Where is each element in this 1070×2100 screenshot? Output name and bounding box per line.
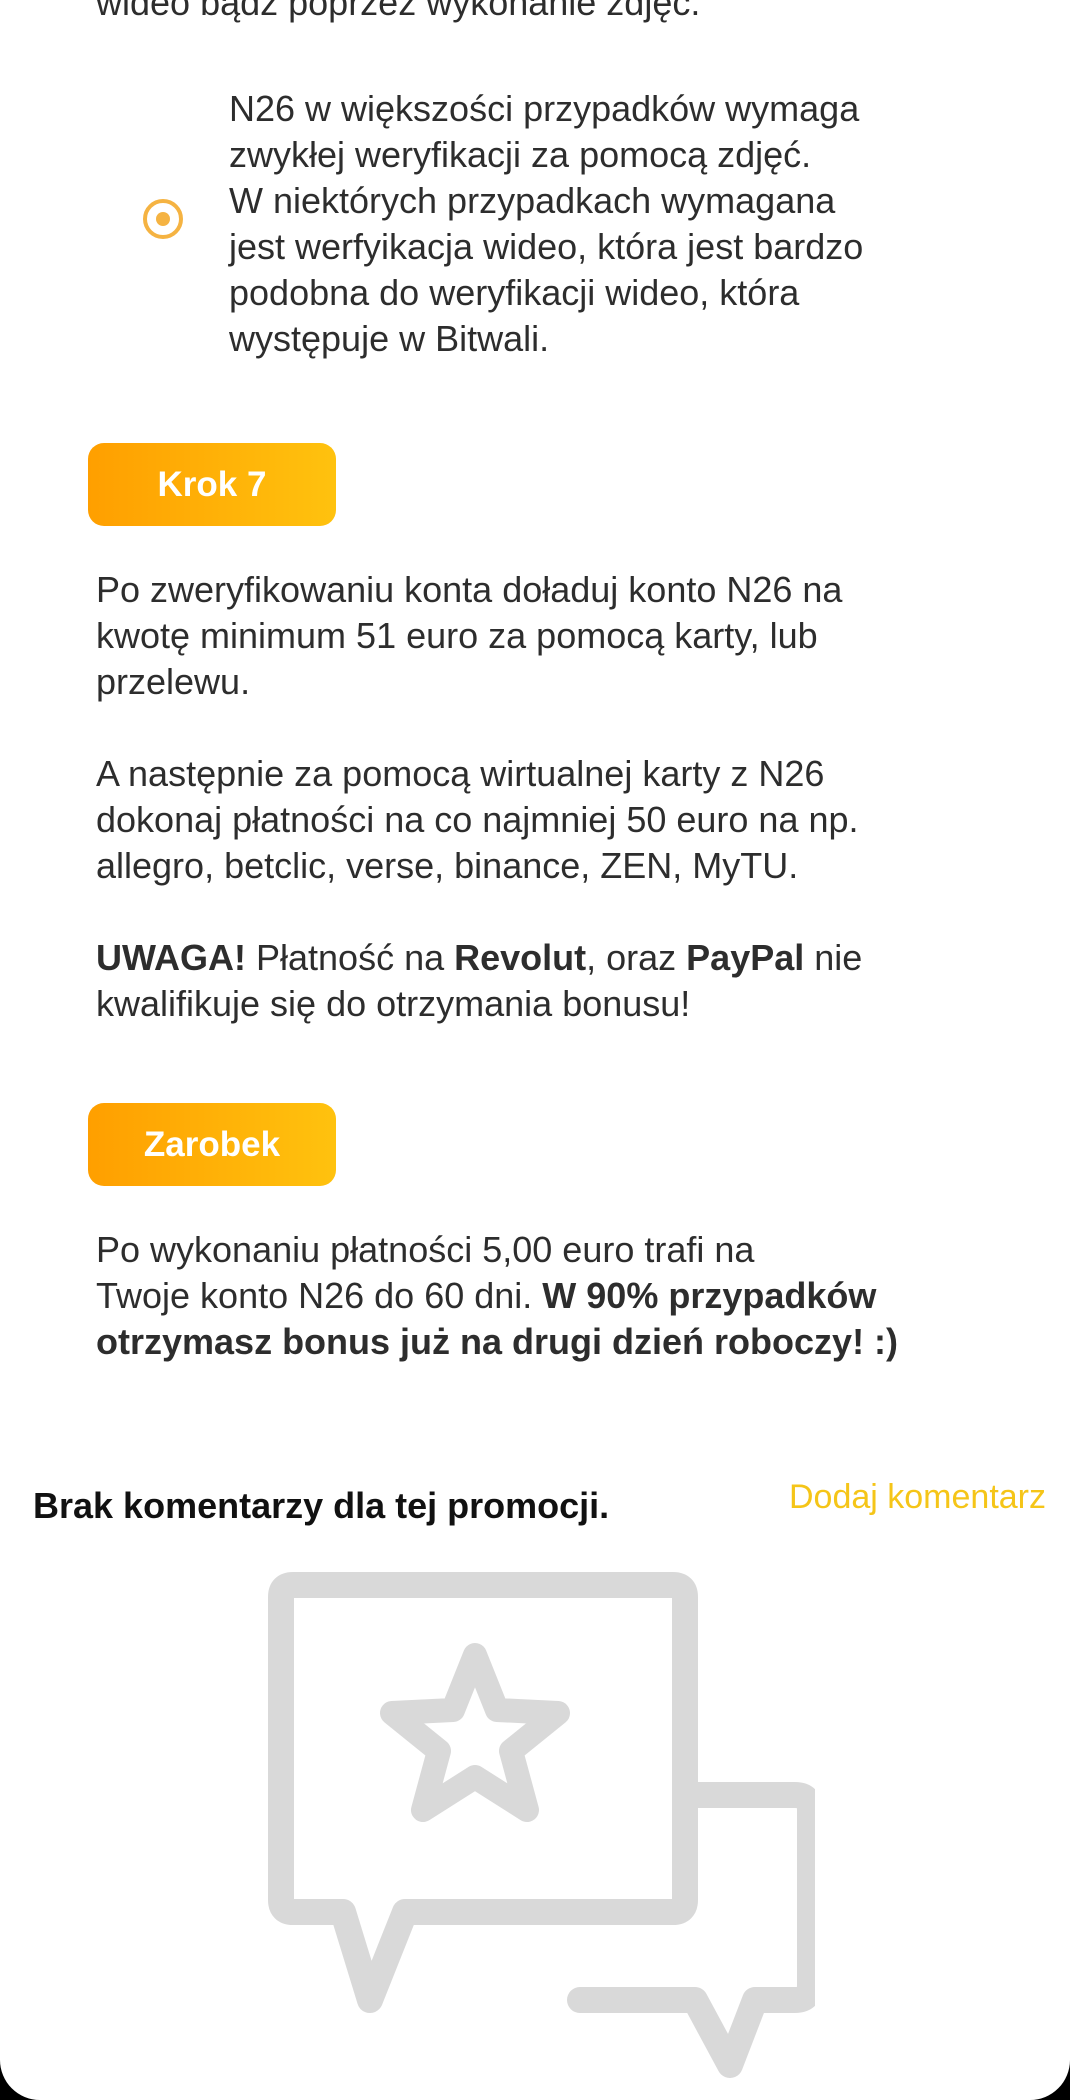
warning-line: UWAGA! Płatność na Revolut, oraz PayPal … — [96, 935, 976, 981]
step-7-badge: Krok 7 — [88, 443, 336, 526]
step-7-warning: UWAGA! Płatność na Revolut, oraz PayPal … — [96, 935, 976, 1027]
paragraph-line: dokonaj płatności na co najmniej 50 euro… — [96, 799, 859, 840]
earnings-text: Twoje konto N26 do 60 dni. — [96, 1275, 543, 1316]
earnings-paragraph: Po wykonaniu płatności 5,00 euro trafi n… — [96, 1227, 976, 1365]
paragraph-line: przelewu. — [96, 661, 251, 702]
note-line: zwykłej weryfikacji za pomocą zdjęć. — [229, 134, 812, 175]
step-7-paragraph-payment: A następnie za pomocą wirtualnej karty z… — [96, 751, 976, 889]
warning-line: kwalifikuje się do otrzymania bonusu! — [96, 983, 691, 1024]
warning-label: UWAGA! — [96, 937, 246, 978]
note-line: występuje w Bitwali. — [229, 318, 550, 359]
paragraph-line: otrzymasz bonus już na drugi dzień roboc… — [96, 1319, 976, 1365]
note-line: W niektórych przypadkach wymagana — [229, 180, 836, 221]
warning-paypal: PayPal — [686, 937, 805, 978]
intro-text-tail: wideo bądź poprzez wykonanie zdjęć. — [96, 0, 701, 23]
note-line: N26 w większości przypadków wymaga — [229, 88, 860, 129]
paragraph-line: A następnie za pomocą wirtualnej karty z… — [96, 753, 825, 794]
warning-text: , oraz — [586, 937, 687, 978]
step-7-paragraph-topup: Po zweryfikowaniu konta doładuj konto N2… — [96, 567, 976, 705]
earnings-highlight: otrzymasz bonus już na drugi dzień roboc… — [96, 1321, 899, 1362]
paragraph-line: Twoje konto N26 do 60 dni. W 90% przypad… — [96, 1273, 976, 1319]
note-line: podobna do weryfikacji wideo, która — [229, 272, 800, 313]
no-comments-title: Brak komentarzy dla tej promocji. — [33, 1485, 610, 1526]
warning-text: Płatność na — [245, 937, 455, 978]
promo-details-sheet: wideo bądź poprzez wykonanie zdjęć. N26 … — [0, 0, 1070, 2100]
warning-revolut: Revolut — [454, 937, 587, 978]
paragraph-line: kwotę minimum 51 euro za pomocą karty, l… — [96, 615, 818, 656]
paragraph-line: allegro, betclic, verse, binance, ZEN, M… — [96, 845, 799, 886]
paragraph-line: Po zweryfikowaniu konta doładuj konto N2… — [96, 569, 843, 610]
radio-dot-icon — [141, 197, 185, 241]
verification-note: N26 w większości przypadków wymaga zwykł… — [229, 86, 949, 362]
earnings-badge: Zarobek — [88, 1103, 336, 1186]
paragraph-line: Po wykonaniu płatności 5,00 euro trafi n… — [96, 1229, 755, 1270]
earnings-highlight: W 90% przypadków — [542, 1275, 877, 1316]
warning-text: nie — [804, 937, 863, 978]
add-comment-link[interactable]: Dodaj komentarz — [789, 1474, 1046, 1520]
comment-star-icon — [255, 1565, 823, 2085]
note-line: jest werfyikacja wideo, która jest bardz… — [229, 226, 864, 267]
